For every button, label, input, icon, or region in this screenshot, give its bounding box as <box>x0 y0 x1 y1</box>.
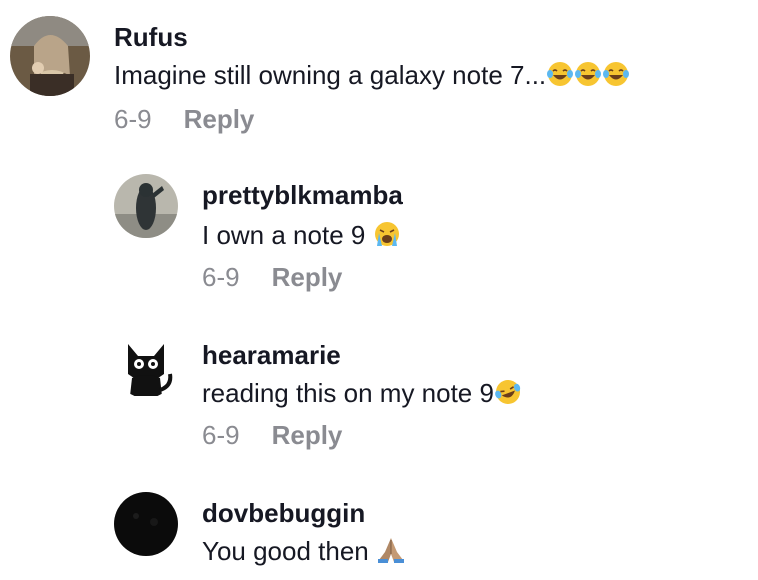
reply-button[interactable]: Reply <box>272 262 343 293</box>
comment-item: Rufus Imagine still owning a galaxy note… <box>0 0 758 140</box>
comment-text-content: reading this on my note 9 <box>202 378 494 408</box>
comment-date: 6-9 <box>202 420 240 450</box>
comment-reply-item: dovbebuggin You good then <box>0 488 758 580</box>
avatar-photo <box>114 174 178 238</box>
loudly-crying-icon <box>373 220 401 255</box>
avatar-photo <box>114 492 178 556</box>
comment-text-content: I own a note 9 <box>202 220 366 250</box>
comment-text: I own a note 9 <box>202 220 401 255</box>
avatar-photo <box>10 16 90 96</box>
comment-text-content: You good then <box>202 536 369 566</box>
comment-username[interactable]: prettyblkmamba <box>202 180 403 211</box>
comment-meta: 6-9 Reply <box>202 262 342 293</box>
comment-username[interactable]: Rufus <box>114 22 188 53</box>
comment-username[interactable]: dovbebuggin <box>202 498 365 529</box>
comment-username[interactable]: hearamarie <box>202 340 341 371</box>
reply-button[interactable]: Reply <box>184 104 255 135</box>
comment-text: Imagine still owning a galaxy note 7... <box>114 60 630 95</box>
avatar[interactable] <box>114 174 178 238</box>
avatar[interactable] <box>114 334 178 398</box>
comment-date: 6-9 <box>114 104 152 134</box>
comment-reply-item: prettyblkmamba I own a note 9 6-9 Reply <box>0 170 758 310</box>
reply-button[interactable]: Reply <box>272 420 343 451</box>
avatar[interactable] <box>10 16 90 96</box>
rolling-laughing-icon <box>494 378 522 413</box>
comment-meta: 6-9 Reply <box>202 420 342 451</box>
comment-reply-item: hearamarie reading this on my note 9 6-9… <box>0 330 758 470</box>
comment-text: You good then <box>202 536 406 571</box>
folded-hands-icon <box>376 536 406 571</box>
cat-avatar-icon <box>114 334 178 398</box>
avatar[interactable] <box>114 492 178 556</box>
comment-meta: 6-9 Reply <box>114 104 254 135</box>
laughing-tears-icon <box>546 60 630 95</box>
comment-text-content: Imagine still owning a galaxy note 7... <box>114 60 547 90</box>
comment-text: reading this on my note 9 <box>202 378 522 413</box>
comment-date: 6-9 <box>202 262 240 292</box>
